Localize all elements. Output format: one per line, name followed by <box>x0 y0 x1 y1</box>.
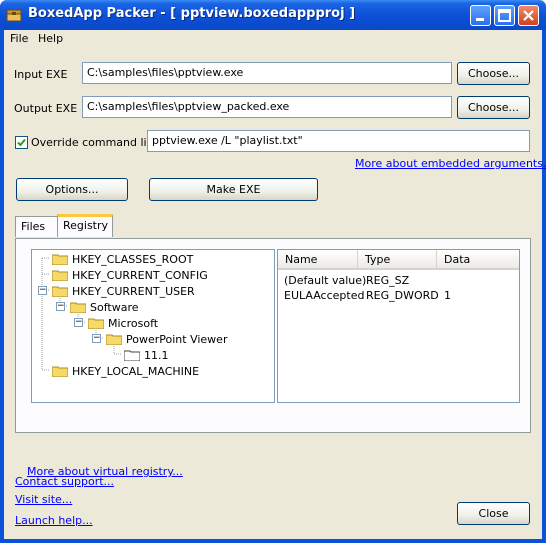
embedded-args-link[interactable]: More about embedded arguments... <box>355 157 546 170</box>
close-button[interactable]: Close <box>457 502 530 525</box>
tree-label: PowerPoint Viewer <box>126 333 228 346</box>
contact-support-link[interactable]: Contact support... <box>15 475 114 488</box>
options-button[interactable]: Options... <box>16 178 128 201</box>
tree-label: HKEY_LOCAL_MACHINE <box>72 365 200 378</box>
menu-file[interactable]: File <box>10 32 28 45</box>
folder-open-icon <box>106 334 122 345</box>
registry-tree[interactable]: HKEY_CLASSES_ROOT HKEY_CURRENT_CONFIG − … <box>31 249 275 403</box>
collapse-expander[interactable]: − <box>56 302 65 311</box>
registry-values-list[interactable]: Name Type Data (Default value) REG_SZ EU… <box>277 249 520 403</box>
boxedapp-icon <box>6 9 22 22</box>
launch-help-link[interactable]: Launch help... <box>15 514 93 527</box>
value-data-cell: 1 <box>444 289 451 302</box>
app-window: BoxedApp Packer - [ pptview.boxedappproj… <box>0 0 546 543</box>
output-choose-button[interactable]: Choose... <box>457 96 530 119</box>
folder-open-icon <box>88 318 104 329</box>
command-line-field[interactable]: pptview.exe /L "playlist.txt" <box>147 130 530 152</box>
tree-node-hkcc[interactable]: HKEY_CURRENT_CONFIG <box>52 268 252 284</box>
tree-label: Software <box>90 301 139 314</box>
tree-label: 11.1 <box>144 349 169 362</box>
folder-icon <box>52 270 68 281</box>
minimize-icon <box>476 18 484 21</box>
folder-open-icon <box>52 286 68 297</box>
tree-node-hklm[interactable]: HKEY_LOCAL_MACHINE <box>52 364 252 380</box>
collapse-expander[interactable]: − <box>74 318 83 327</box>
tree-node-powerpoint-viewer[interactable]: PowerPoint Viewer <box>106 332 256 348</box>
value-name-cell[interactable]: (Default value) <box>284 274 366 287</box>
tree-label: HKEY_CURRENT_USER <box>72 285 195 298</box>
tree-label: HKEY_CURRENT_CONFIG <box>72 269 208 282</box>
maximize-icon <box>498 9 511 22</box>
folder-open-icon <box>70 302 86 313</box>
title-bar[interactable]: BoxedApp Packer - [ pptview.boxedappproj… <box>0 0 546 30</box>
tree-node-software[interactable]: Software <box>70 300 250 316</box>
tree-node-hkcr[interactable]: HKEY_CLASSES_ROOT <box>52 252 252 268</box>
tree-node-microsoft[interactable]: Microsoft <box>88 316 248 332</box>
tab-registry[interactable]: Registry <box>57 214 113 237</box>
tab-files[interactable]: Files <box>15 216 58 237</box>
maximize-button[interactable] <box>494 5 515 26</box>
menu-bar: File Help <box>4 30 542 49</box>
close-window-button[interactable] <box>518 5 539 26</box>
value-name-cell[interactable]: EULAAccepted <box>284 289 364 302</box>
collapse-expander[interactable]: − <box>38 286 47 295</box>
folder-icon <box>52 254 68 265</box>
tree-label: Microsoft <box>108 317 159 330</box>
override-checkbox[interactable] <box>15 136 28 149</box>
folder-icon <box>52 366 68 377</box>
checkmark-icon <box>17 138 26 147</box>
input-choose-button[interactable]: Choose... <box>457 62 530 85</box>
value-type-cell: REG_DWORD <box>366 289 439 302</box>
make-exe-button[interactable]: Make EXE <box>149 178 318 201</box>
tree-label: HKEY_CLASSES_ROOT <box>72 253 194 266</box>
folder-open-white-icon <box>124 350 140 361</box>
collapse-expander[interactable]: − <box>92 334 101 343</box>
value-type-cell: REG_SZ <box>366 274 410 287</box>
column-header-data[interactable]: Data <box>437 250 519 270</box>
input-exe-field[interactable]: C:\samples\files\pptview.exe <box>82 62 452 84</box>
output-exe-label: Output EXE <box>14 102 78 115</box>
tree-node-11-1[interactable]: 11.1 <box>124 348 184 364</box>
column-header-name[interactable]: Name <box>278 250 358 270</box>
input-exe-label: Input EXE <box>14 68 68 81</box>
window-title: BoxedApp Packer - [ pptview.boxedappproj… <box>28 6 356 21</box>
menu-help[interactable]: Help <box>38 32 63 45</box>
override-label[interactable]: Override command line <box>31 136 160 149</box>
visit-site-link[interactable]: Visit site... <box>15 493 72 506</box>
close-icon <box>523 10 534 21</box>
column-header-type[interactable]: Type <box>358 250 437 270</box>
tree-node-hkcu[interactable]: HKEY_CURRENT_USER <box>52 284 252 300</box>
registry-panel: HKEY_CLASSES_ROOT HKEY_CURRENT_CONFIG − … <box>15 238 531 478</box>
dialog-client-area: File Help Input EXE C:\samples\files\ppt… <box>4 30 546 539</box>
minimize-button[interactable] <box>470 5 491 26</box>
output-exe-field[interactable]: C:\samples\files\pptview_packed.exe <box>82 96 452 118</box>
